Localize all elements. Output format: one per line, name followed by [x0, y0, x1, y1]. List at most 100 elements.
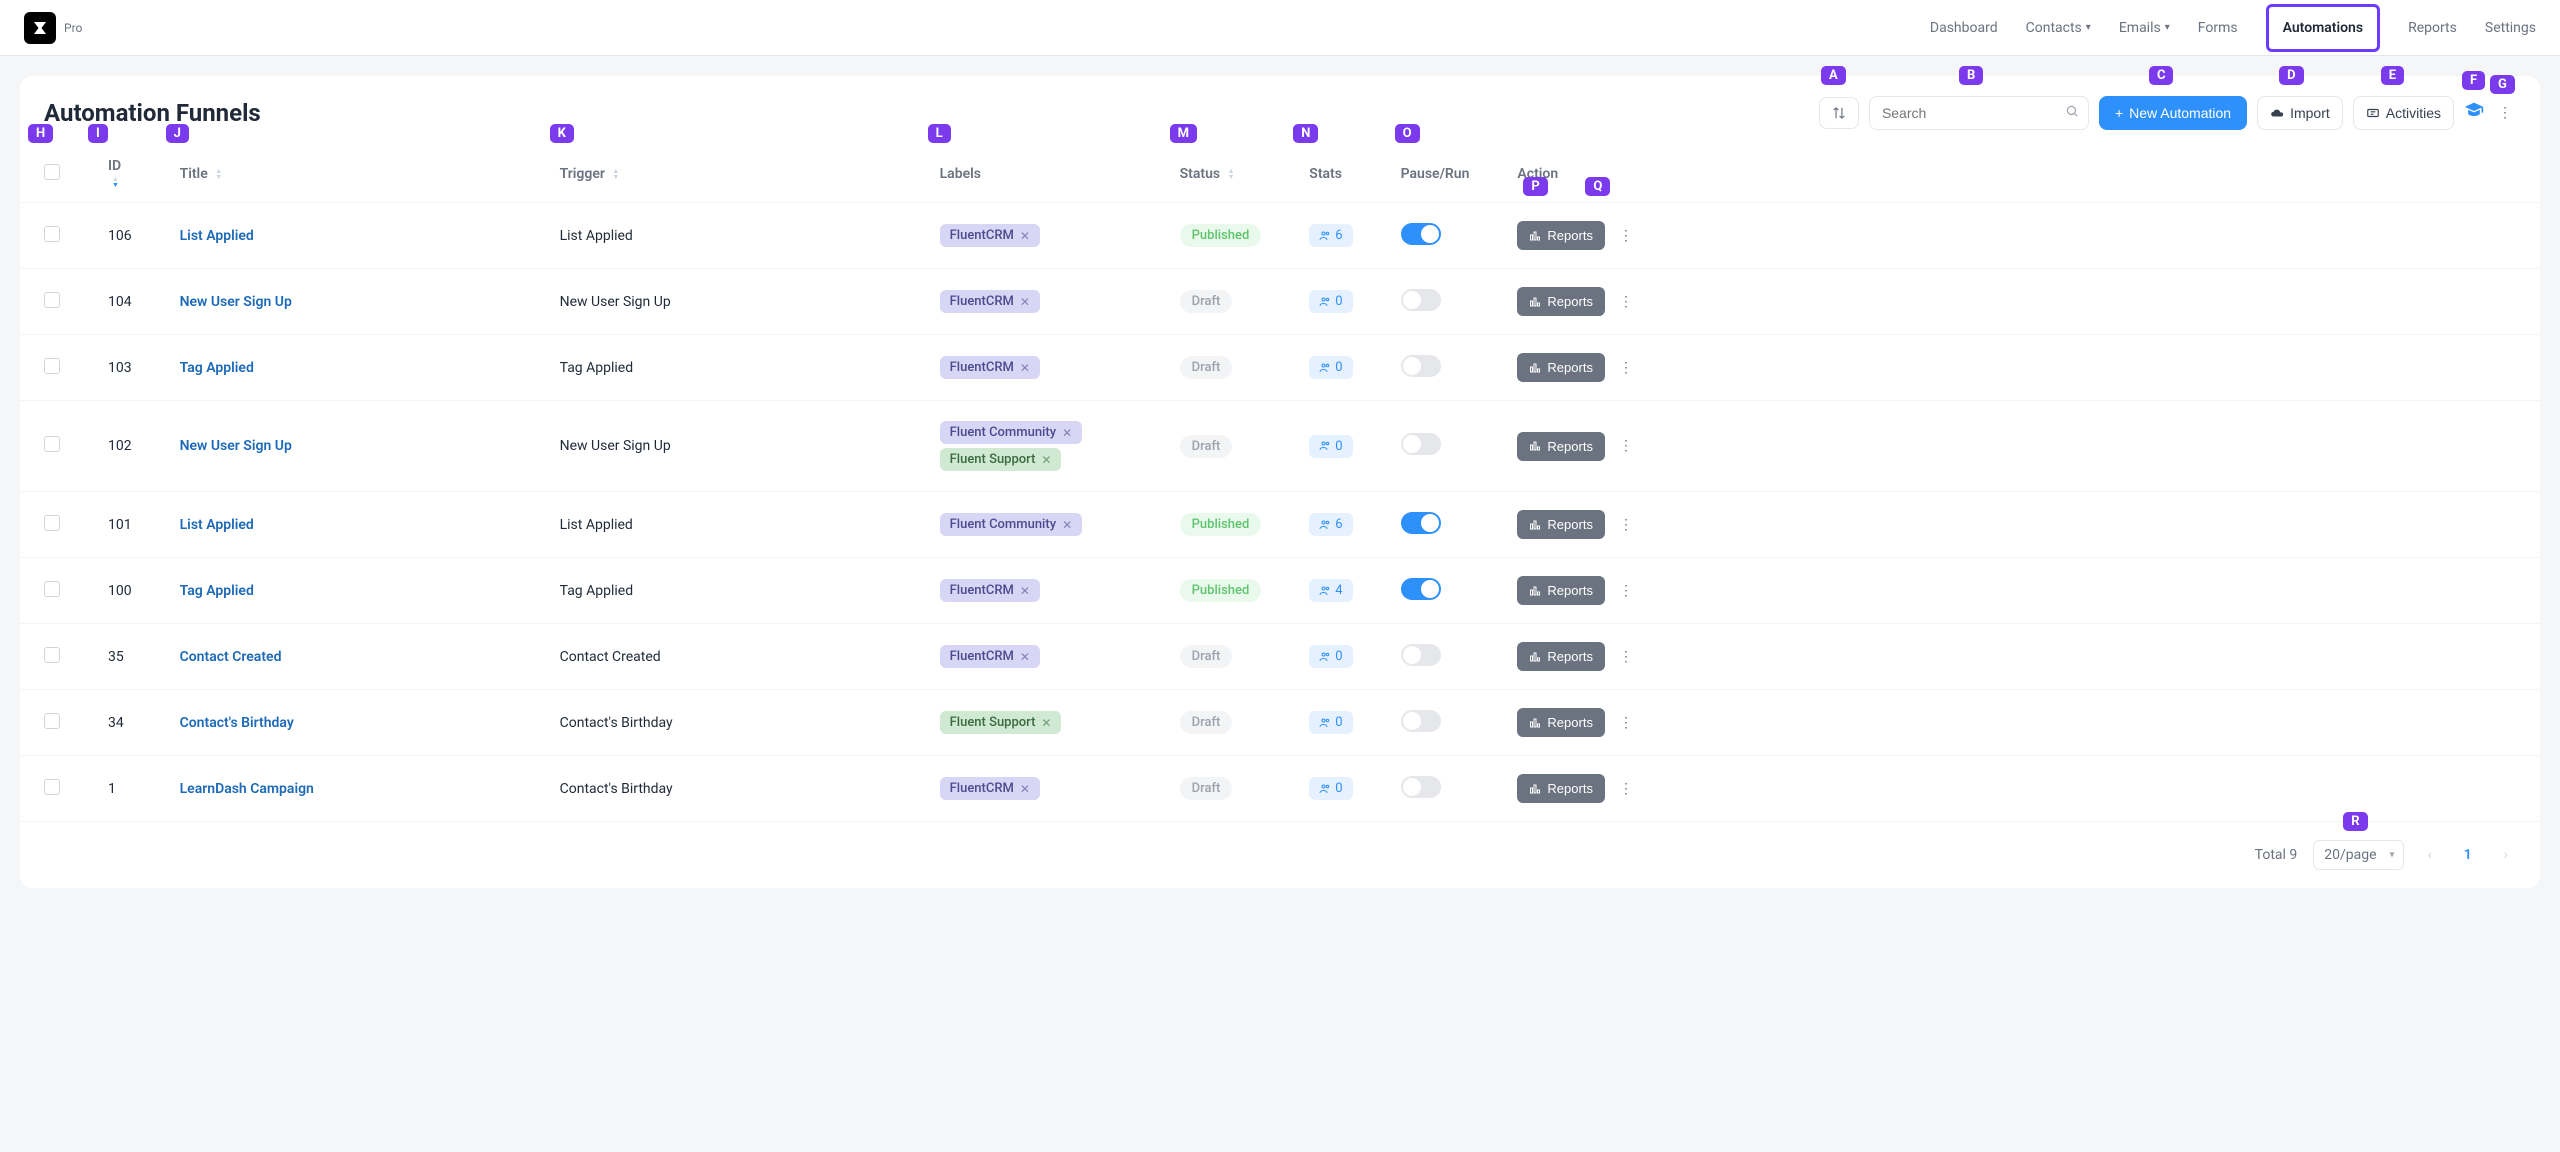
stats-pill[interactable]: 0	[1309, 290, 1352, 313]
remove-tag-icon[interactable]: ✕	[1062, 518, 1072, 532]
label-tag[interactable]: FluentCRM ✕	[940, 777, 1040, 800]
pause-run-toggle[interactable]	[1401, 578, 1441, 600]
page-number[interactable]: 1	[2456, 843, 2480, 867]
label-tag[interactable]: Fluent Support ✕	[940, 448, 1062, 471]
nav-dashboard[interactable]: Dashboard	[1930, 4, 1998, 52]
new-automation-button[interactable]: + New Automation	[2099, 96, 2247, 130]
stats-pill[interactable]: 0	[1309, 356, 1352, 379]
col-trigger-header[interactable]: Trigger	[560, 166, 605, 182]
prev-page-button[interactable]: ‹	[2420, 843, 2440, 867]
stats-pill[interactable]: 0	[1309, 435, 1352, 458]
row-checkbox[interactable]	[44, 358, 60, 374]
col-id-header[interactable]: ID	[108, 158, 121, 174]
reports-button[interactable]: Reports	[1517, 287, 1605, 316]
row-more-button[interactable]: ⋮	[1615, 579, 1637, 603]
label-tag[interactable]: FluentCRM ✕	[940, 356, 1040, 379]
reports-button[interactable]: Reports	[1517, 708, 1605, 737]
remove-tag-icon[interactable]: ✕	[1020, 782, 1030, 796]
nav-contacts[interactable]: Contacts ▾	[2026, 4, 2091, 52]
automation-title-link[interactable]: Tag Applied	[180, 583, 254, 599]
table-row: 104 New User Sign Up New User Sign Up Fl…	[20, 269, 2540, 335]
label-tag[interactable]: FluentCRM ✕	[940, 579, 1040, 602]
label-tag[interactable]: Fluent Support ✕	[940, 711, 1062, 734]
row-checkbox[interactable]	[44, 647, 60, 663]
row-trigger: List Applied	[536, 492, 916, 558]
row-more-button[interactable]: ⋮	[1615, 434, 1637, 458]
stats-pill[interactable]: 0	[1309, 777, 1352, 800]
col-title-header[interactable]: Title	[180, 166, 208, 182]
remove-tag-icon[interactable]: ✕	[1020, 295, 1030, 309]
stats-pill[interactable]: 6	[1309, 513, 1352, 536]
remove-tag-icon[interactable]: ✕	[1041, 453, 1051, 467]
stats-pill[interactable]: 0	[1309, 645, 1352, 668]
nav-settings[interactable]: Settings	[2485, 4, 2536, 52]
row-more-button[interactable]: ⋮	[1615, 356, 1637, 380]
label-tag[interactable]: FluentCRM ✕	[940, 290, 1040, 313]
pause-run-toggle[interactable]	[1401, 289, 1441, 311]
reports-button[interactable]: Reports	[1517, 432, 1605, 461]
sort-button[interactable]	[1819, 97, 1859, 129]
automation-title-link[interactable]: New User Sign Up	[180, 438, 292, 454]
remove-tag-icon[interactable]: ✕	[1020, 650, 1030, 664]
pause-run-toggle[interactable]	[1401, 710, 1441, 732]
search-input[interactable]	[1869, 96, 2089, 130]
col-status-header[interactable]: Status	[1180, 166, 1220, 182]
row-checkbox[interactable]	[44, 713, 60, 729]
stats-pill[interactable]: 0	[1309, 711, 1352, 734]
select-all-checkbox[interactable]	[44, 164, 60, 180]
import-button[interactable]: Import	[2257, 96, 2343, 130]
automation-title-link[interactable]: Tag Applied	[180, 360, 254, 376]
row-more-button[interactable]: ⋮	[1615, 513, 1637, 537]
automation-title-link[interactable]: List Applied	[180, 228, 254, 244]
pause-run-toggle[interactable]	[1401, 223, 1441, 245]
nav-reports[interactable]: Reports	[2408, 4, 2457, 52]
automation-title-link[interactable]: Contact Created	[180, 649, 282, 665]
reports-button[interactable]: Reports	[1517, 221, 1605, 250]
nav-forms[interactable]: Forms	[2198, 4, 2238, 52]
pause-run-toggle[interactable]	[1401, 355, 1441, 377]
label-tag[interactable]: Fluent Community ✕	[940, 513, 1083, 536]
reports-button[interactable]: Reports	[1517, 353, 1605, 382]
row-more-button[interactable]: ⋮	[1615, 777, 1637, 801]
label-tag[interactable]: FluentCRM ✕	[940, 224, 1040, 247]
row-checkbox[interactable]	[44, 226, 60, 242]
remove-tag-icon[interactable]: ✕	[1020, 584, 1030, 598]
label-tag[interactable]: FluentCRM ✕	[940, 645, 1040, 668]
row-more-button[interactable]: ⋮	[1615, 290, 1637, 314]
label-tag[interactable]: Fluent Community ✕	[940, 421, 1083, 444]
pause-run-toggle[interactable]	[1401, 433, 1441, 455]
reports-button[interactable]: Reports	[1517, 642, 1605, 671]
reports-button[interactable]: Reports	[1517, 510, 1605, 539]
remove-tag-icon[interactable]: ✕	[1041, 716, 1051, 730]
row-more-button[interactable]: ⋮	[1615, 711, 1637, 735]
more-menu-button[interactable]: ⋮	[2494, 101, 2516, 125]
row-checkbox[interactable]	[44, 779, 60, 795]
pause-run-toggle[interactable]	[1401, 776, 1441, 798]
row-more-button[interactable]: ⋮	[1615, 224, 1637, 248]
nav-automations[interactable]: Automations	[2266, 4, 2381, 52]
page-size-select[interactable]: 20/page ▾	[2313, 840, 2403, 870]
row-checkbox[interactable]	[44, 436, 60, 452]
remove-tag-icon[interactable]: ✕	[1062, 426, 1072, 440]
pause-run-toggle[interactable]	[1401, 644, 1441, 666]
row-checkbox[interactable]	[44, 292, 60, 308]
marker-i: I	[88, 124, 108, 143]
row-checkbox[interactable]	[44, 515, 60, 531]
pause-run-toggle[interactable]	[1401, 512, 1441, 534]
automation-title-link[interactable]: Contact's Birthday	[180, 715, 294, 731]
remove-tag-icon[interactable]: ✕	[1020, 361, 1030, 375]
reports-button[interactable]: Reports	[1517, 774, 1605, 803]
next-page-button[interactable]: ›	[2496, 843, 2516, 867]
row-checkbox[interactable]	[44, 581, 60, 597]
row-more-button[interactable]: ⋮	[1615, 645, 1637, 669]
automation-title-link[interactable]: New User Sign Up	[180, 294, 292, 310]
graduation-icon[interactable]	[2464, 101, 2484, 121]
stats-pill[interactable]: 6	[1309, 224, 1352, 247]
automation-title-link[interactable]: List Applied	[180, 517, 254, 533]
nav-emails[interactable]: Emails ▾	[2119, 4, 2170, 52]
remove-tag-icon[interactable]: ✕	[1020, 229, 1030, 243]
stats-pill[interactable]: 4	[1309, 579, 1352, 602]
activities-button[interactable]: Activities	[2353, 96, 2454, 130]
automation-title-link[interactable]: LearnDash Campaign	[180, 781, 314, 797]
reports-button[interactable]: Reports	[1517, 576, 1605, 605]
